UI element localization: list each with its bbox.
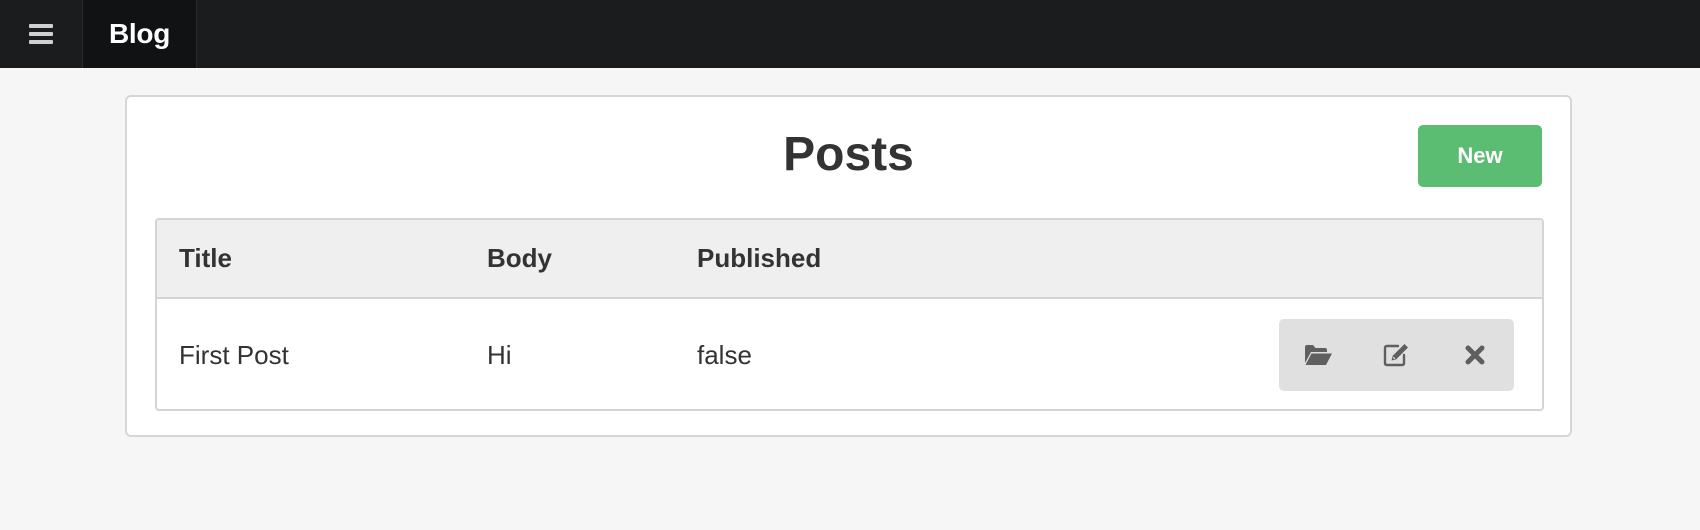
- post-body-cell: Hi: [487, 340, 512, 370]
- column-header-body: Body: [487, 243, 552, 273]
- brand-link[interactable]: Blog: [83, 0, 198, 68]
- open-folder-icon: [1305, 345, 1333, 365]
- column-header-title: Title: [179, 243, 232, 273]
- post-title-cell: First Post: [179, 340, 289, 370]
- delete-icon: [1465, 345, 1485, 365]
- post-published-cell: false: [697, 340, 752, 370]
- edit-post-button[interactable]: [1366, 325, 1426, 385]
- hamburger-icon: [29, 24, 53, 44]
- edit-icon: [1384, 344, 1409, 367]
- table-header: Title Body Published: [157, 220, 1542, 299]
- show-post-button[interactable]: [1288, 325, 1348, 385]
- row-actions: [1279, 319, 1514, 391]
- table-row: First Post Hi false: [157, 299, 1542, 409]
- page-title: Posts: [783, 128, 914, 181]
- new-post-button[interactable]: New: [1418, 125, 1542, 187]
- posts-table: Title Body Published First Post Hi false: [155, 218, 1544, 411]
- delete-post-button[interactable]: [1445, 325, 1505, 385]
- top-navbar: Blog: [0, 0, 1700, 68]
- menu-button[interactable]: [0, 0, 83, 68]
- posts-panel: Posts New Title Body Published First Pos…: [125, 95, 1572, 437]
- column-header-published: Published: [697, 243, 822, 273]
